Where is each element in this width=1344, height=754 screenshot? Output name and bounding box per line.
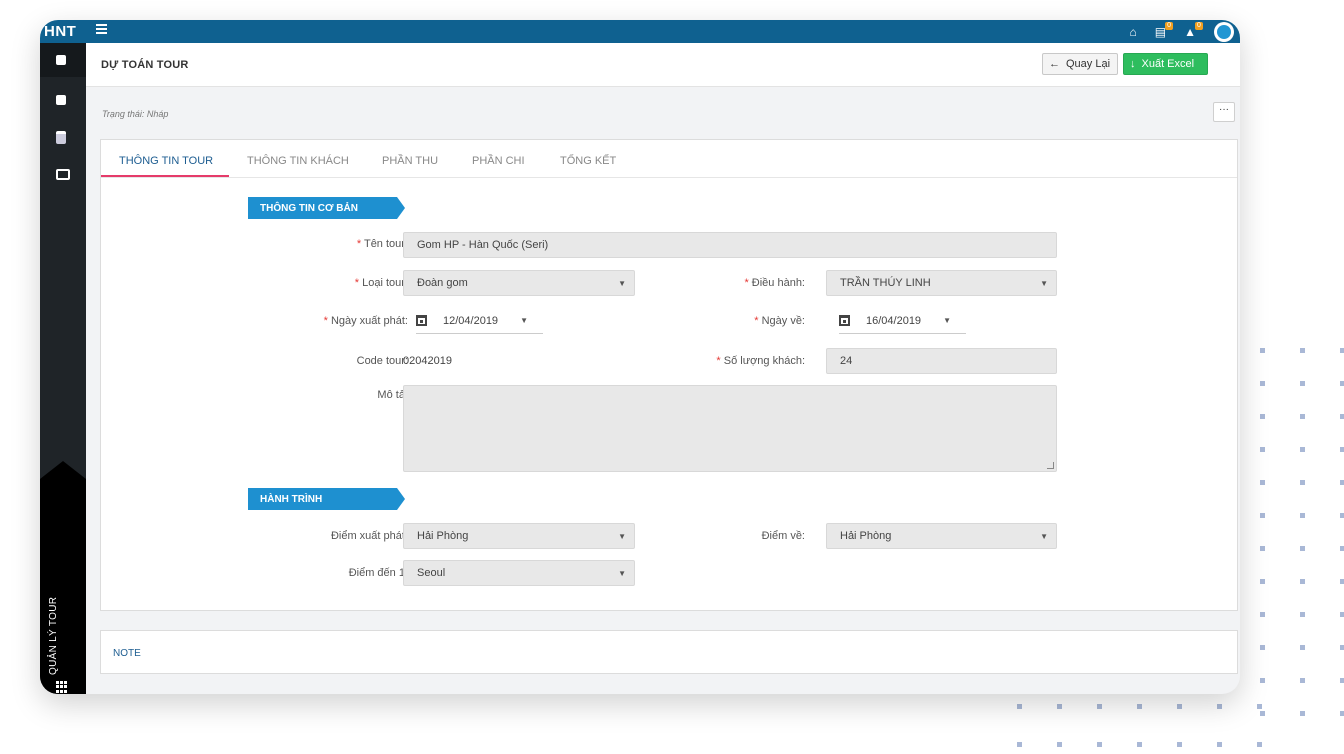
tour-info-panel: THÔNG TIN TOUR THÔNG TIN KHÁCH PHẦN THU … — [100, 139, 1238, 611]
more-options-button[interactable]: ··· — [1213, 102, 1235, 122]
page-header: DỰ TOÁN TOUR ← Quay Lại ↓ Xuất Excel — [86, 43, 1240, 87]
menu-toggle-icon[interactable] — [96, 24, 107, 34]
calendar-icon — [839, 315, 850, 326]
tour-name-label: * Tên tour: — [356, 238, 408, 250]
brand-logo: HNT — [44, 23, 77, 40]
caret-down-icon: ▼ — [943, 316, 951, 325]
destination-1-label: Điểm đến 1: — [348, 567, 408, 579]
tab-summary[interactable]: TỔNG KẾT — [560, 155, 616, 167]
description-textarea[interactable] — [403, 385, 1057, 472]
section-basic-info: THÔNG TIN CƠ BẢN — [248, 197, 405, 219]
sidebar-item-card[interactable] — [40, 157, 86, 191]
start-point-label: Điểm xuất phát: — [330, 530, 408, 542]
arrow-down-icon: ↓ — [1130, 58, 1136, 70]
clipboard-icon — [56, 130, 66, 144]
arrow-left-icon: ← — [1049, 58, 1060, 70]
guest-count-label: * Số lượng khách: — [716, 355, 805, 367]
export-excel-button[interactable]: ↓ Xuất Excel — [1123, 53, 1208, 75]
tab-income[interactable]: PHẦN THU — [382, 155, 438, 167]
calendar-notification-icon[interactable]: ▤ 0 — [1155, 21, 1174, 38]
home-icon[interactable]: ⌂ — [1130, 26, 1137, 38]
destination-1-select[interactable]: Seoul ▼ — [403, 560, 635, 586]
sidebar-item-tour[interactable] — [40, 43, 86, 77]
user-avatar[interactable] — [1214, 21, 1234, 42]
operator-select[interactable]: TRẦN THÚY LINH ▼ — [826, 270, 1057, 296]
briefcase-icon — [56, 95, 66, 105]
top-icons: ⌂ ▤ 0 ▲ 0 — [1130, 20, 1234, 43]
top-navigation-bar: HNT ⌂ ▤ 0 ▲ 0 — [40, 20, 1240, 43]
code-label: Code tour: — [356, 355, 408, 367]
sidebar-module-label: QUẢN LÝ TOUR — [48, 596, 59, 675]
code-value: 02042019 — [403, 355, 452, 367]
departure-date-label: * Ngày xuất phát: — [323, 315, 408, 327]
tab-tour-info[interactable]: THÔNG TIN TOUR — [119, 155, 213, 167]
bus-icon — [56, 55, 66, 65]
card-icon — [56, 168, 70, 180]
guest-count-input[interactable]: 24 — [826, 348, 1057, 374]
apps-grid-icon[interactable] — [56, 681, 68, 693]
dropdown-arrow-icon: ▼ — [618, 279, 626, 288]
sidebar-divider — [40, 461, 86, 479]
note-title: NOTE — [113, 648, 141, 659]
back-button-label: Quay Lại — [1066, 58, 1111, 70]
note-panel: NOTE — [100, 630, 1238, 674]
section-itinerary: HÀNH TRÌNH — [248, 488, 405, 510]
export-button-label: Xuất Excel — [1141, 58, 1195, 70]
sidebar-module-area — [40, 479, 86, 694]
end-point-select[interactable]: Hải Phòng ▼ — [826, 523, 1057, 549]
active-tab-indicator — [101, 175, 229, 177]
tab-bar: THÔNG TIN TOUR THÔNG TIN KHÁCH PHẦN THU … — [101, 140, 1237, 178]
dropdown-arrow-icon: ▼ — [1040, 532, 1048, 541]
calendar-badge: 0 — [1165, 21, 1174, 30]
return-date-label: * Ngày về: — [754, 315, 805, 327]
bell-icon[interactable]: ▲ 0 — [1184, 21, 1203, 38]
tour-type-label: * Loại tour: — [354, 277, 408, 289]
tour-name-input[interactable]: Gom HP - Hàn Quốc (Seri) — [403, 232, 1057, 258]
page-title: DỰ TOÁN TOUR — [101, 59, 189, 71]
calendar-icon — [416, 315, 427, 326]
sidebar-item-clipboard[interactable] — [40, 120, 86, 154]
resize-handle-icon[interactable] — [1047, 462, 1054, 469]
end-point-label: Điểm về: — [761, 530, 805, 542]
tour-type-select[interactable]: Đoàn gom ▼ — [403, 270, 635, 296]
app-window: HNT ⌂ ▤ 0 ▲ 0 QUẢN LÝ TOUR DỰ TOÁN TOUR … — [40, 20, 1240, 694]
departure-date-picker[interactable]: 12/04/2019 ▼ — [416, 308, 543, 334]
operator-label: * Điều hành: — [744, 277, 805, 289]
back-button[interactable]: ← Quay Lại — [1042, 53, 1118, 75]
return-date-picker[interactable]: 16/04/2019 ▼ — [839, 308, 966, 334]
status-text: Trạng thái: Nháp — [102, 109, 169, 119]
bell-badge: 0 — [1195, 21, 1203, 30]
dropdown-arrow-icon: ▼ — [618, 569, 626, 578]
tab-customer-info[interactable]: THÔNG TIN KHÁCH — [247, 155, 349, 167]
sidebar: QUẢN LÝ TOUR — [40, 43, 86, 694]
dropdown-arrow-icon: ▼ — [1040, 279, 1048, 288]
start-point-select[interactable]: Hải Phòng ▼ — [403, 523, 635, 549]
tab-expense[interactable]: PHẦN CHI — [472, 155, 525, 167]
dropdown-arrow-icon: ▼ — [618, 532, 626, 541]
sidebar-item-briefcase[interactable] — [40, 83, 86, 117]
caret-down-icon: ▼ — [520, 316, 528, 325]
